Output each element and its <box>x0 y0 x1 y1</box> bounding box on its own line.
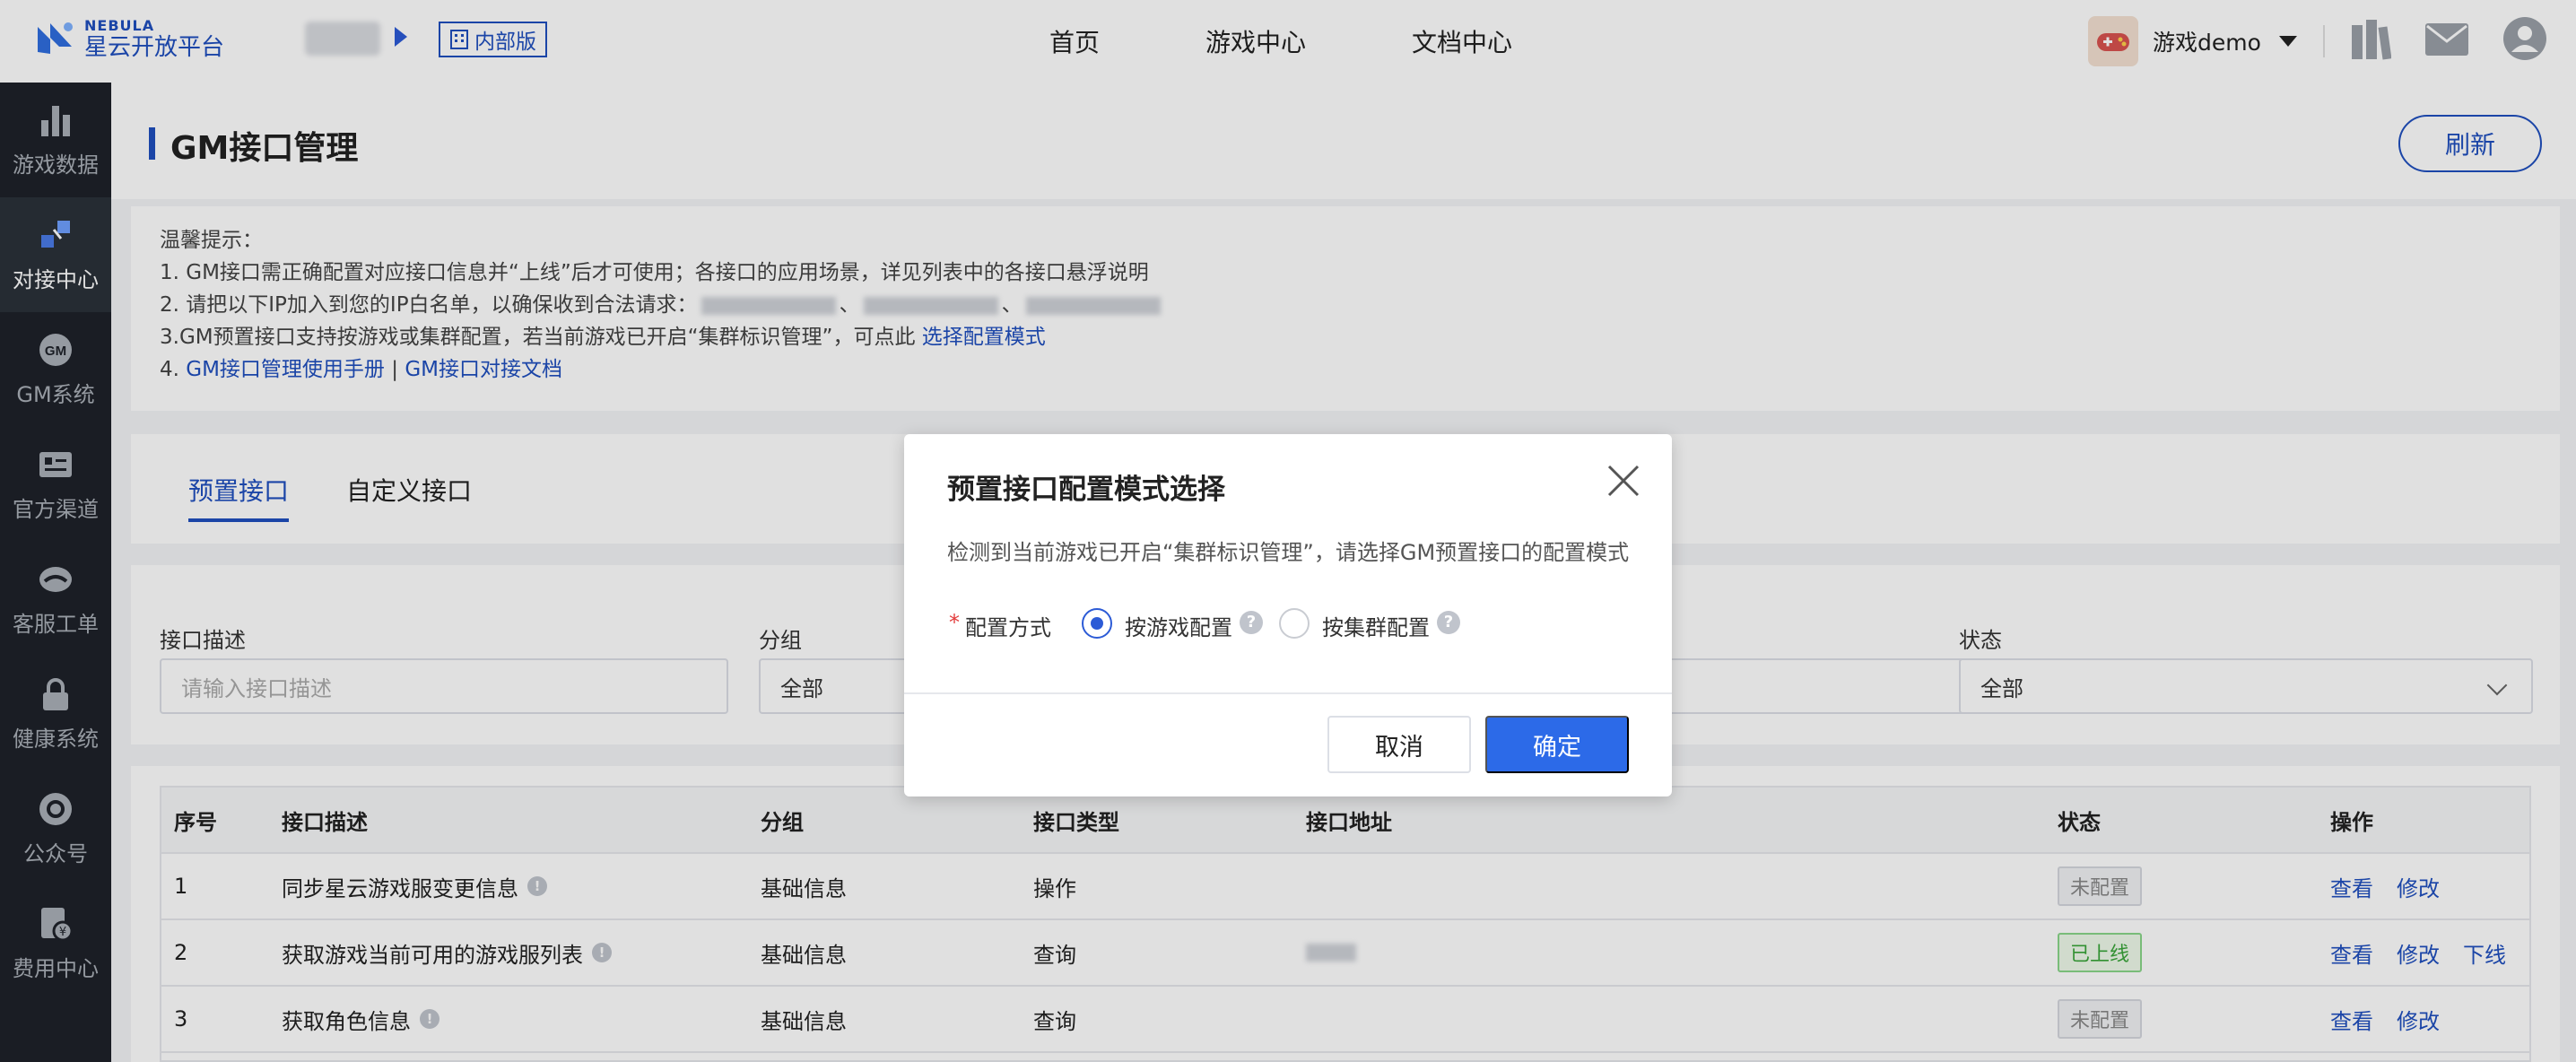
option-by-cluster-label[interactable]: 按集群配置 <box>1322 610 1430 641</box>
option-by-game-label[interactable]: 按游戏配置 <box>1125 610 1232 641</box>
required-mark: * <box>949 610 960 635</box>
close-icon[interactable] <box>1606 463 1641 499</box>
config-mode-label: 配置方式 <box>965 615 1051 640</box>
confirm-button[interactable]: 确定 <box>1485 716 1629 773</box>
radio-by-cluster[interactable] <box>1279 608 1310 639</box>
config-mode-dialog: 预置接口配置模式选择 检测到当前游戏已开启“集群标识管理”，请选择GM预置接口的… <box>904 434 1672 796</box>
help-icon[interactable]: ? <box>1240 611 1263 634</box>
radio-by-game[interactable] <box>1082 608 1112 639</box>
cancel-button[interactable]: 取消 <box>1327 716 1471 773</box>
dialog-description: 检测到当前游戏已开启“集群标识管理”，请选择GM预置接口的配置模式 <box>947 540 1630 565</box>
divider <box>904 692 1672 694</box>
help-icon[interactable]: ? <box>1437 611 1460 634</box>
dialog-title: 预置接口配置模式选择 <box>947 474 1225 506</box>
